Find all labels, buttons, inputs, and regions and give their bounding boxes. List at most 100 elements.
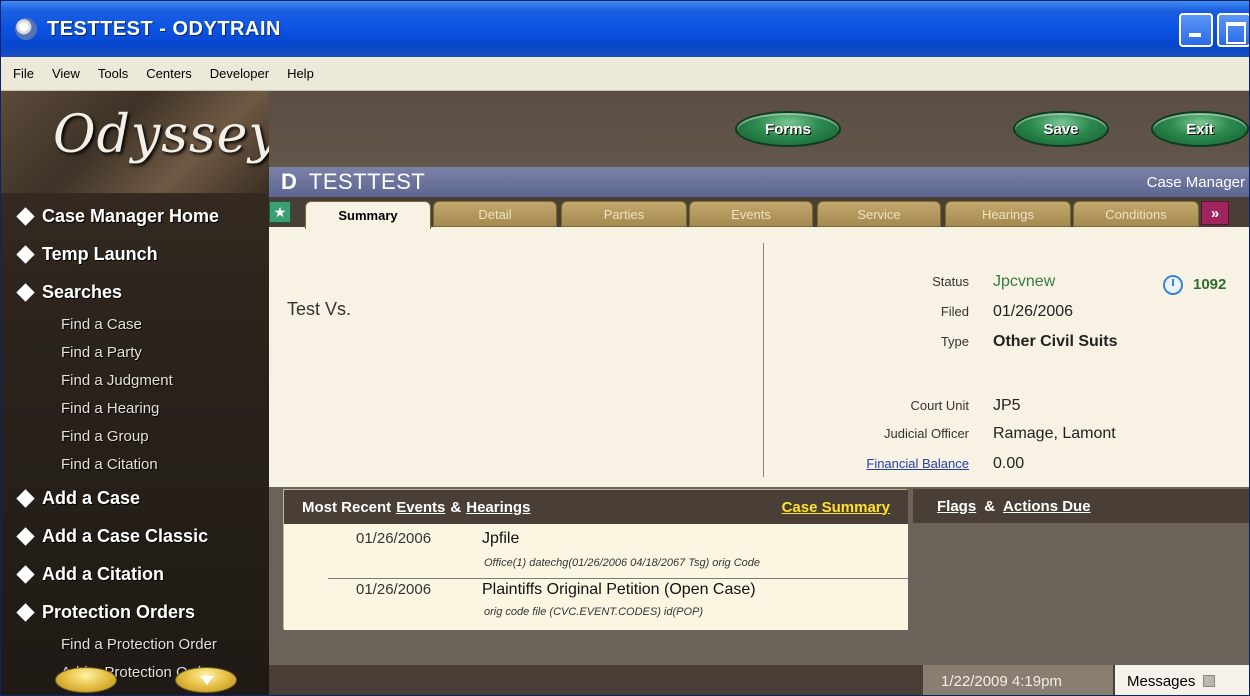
flags-link[interactable]: Flags xyxy=(937,498,976,515)
tab-events[interactable]: Events xyxy=(689,201,813,227)
nav-find-party[interactable]: Find a Party xyxy=(1,339,269,367)
nav-list: Case Manager Home Temp Launch Searches F… xyxy=(1,197,269,687)
odyssey-logo: Odyssey xyxy=(53,105,269,165)
event-detail: Office(1) datechg(01/26/2006 04/18/2067 … xyxy=(484,557,760,569)
event-detail: orig code file (CVC.EVENT.CODES) id(POP) xyxy=(484,606,704,618)
clock-number: 1092 xyxy=(1193,276,1227,293)
flags-amp: & xyxy=(984,497,996,515)
judicial-officer-row: Judicial Officer Ramage, Lamont xyxy=(769,425,1116,443)
nav-find-citation[interactable]: Find a Citation xyxy=(1,451,269,479)
filed-row: Filed 01/26/2006 xyxy=(869,303,1073,321)
application-window: TESTTEST - ODYTRAIN File View Tools Cent… xyxy=(0,0,1250,696)
logo-area: Odyssey xyxy=(1,91,269,193)
status-datetime: 1/22/2009 4:19pm xyxy=(923,665,1113,695)
financial-balance-value: 0.00 xyxy=(993,455,1025,472)
nav-label: Add a Case Classic xyxy=(42,525,209,546)
menu-tools[interactable]: Tools xyxy=(98,66,128,81)
messages-indicator[interactable]: Messages xyxy=(1115,665,1249,695)
menu-developer[interactable]: Developer xyxy=(210,66,269,81)
judicial-officer-value: Ramage, Lamont xyxy=(993,425,1116,442)
nav-label: Protection Orders xyxy=(42,601,196,622)
nav-label: Searches xyxy=(42,281,123,302)
message-box-icon xyxy=(1203,675,1216,687)
exit-button[interactable]: Exit xyxy=(1151,111,1249,147)
left-navigation: Odyssey Case Manager Home Temp Launch Se… xyxy=(1,91,269,695)
tab-service[interactable]: Service xyxy=(817,201,941,227)
case-name: Test Vs. xyxy=(287,299,352,319)
messages-label: Messages xyxy=(1127,672,1196,690)
menu-centers[interactable]: Centers xyxy=(146,66,192,81)
events-panel-header: Most Recent Events & Hearings Case Summa… xyxy=(284,490,908,524)
event-divider xyxy=(328,578,908,579)
nav-protection-orders[interactable]: Protection Orders xyxy=(1,593,269,631)
case-title: TESTTEST xyxy=(308,169,426,194)
save-button[interactable]: Save xyxy=(1013,111,1109,147)
forms-button[interactable]: Forms xyxy=(735,111,841,147)
event-title: Plaintiffs Original Petition (Open Case) xyxy=(482,581,756,598)
nav-temp-launch[interactable]: Temp Launch xyxy=(1,235,269,273)
nav-find-judgment[interactable]: Find a Judgment xyxy=(1,367,269,395)
diamond-icon xyxy=(16,602,35,622)
nav-case-manager-home[interactable]: Case Manager Home xyxy=(1,197,269,235)
nav-find-group[interactable]: Find a Group xyxy=(1,423,269,451)
status-bar: 1/22/2009 4:19pm Messages xyxy=(269,665,1249,695)
star-icon[interactable]: ★ xyxy=(269,201,291,223)
nav-add-case-classic[interactable]: Add a Case Classic xyxy=(1,517,269,555)
minimize-button[interactable] xyxy=(1179,13,1213,47)
status-value: Jpcvnew xyxy=(993,273,1056,290)
app-icon xyxy=(15,18,37,40)
events-list: 01/26/2006 Jpfile Office(1) datechg(01/2… xyxy=(284,524,908,630)
event-title: Jpfile xyxy=(482,530,520,547)
menu-view[interactable]: View xyxy=(52,66,80,81)
case-header: D TESTTEST Case Manager xyxy=(269,167,1249,197)
case-manager-label: Case Manager xyxy=(1146,173,1245,191)
nav-find-hearing[interactable]: Find a Hearing xyxy=(1,395,269,423)
type-row: Type Other Civil Suits xyxy=(869,333,1118,351)
hearings-link[interactable]: Hearings xyxy=(466,499,530,516)
nav-scroll-controls xyxy=(1,661,269,695)
nav-find-case[interactable]: Find a Case xyxy=(1,311,269,339)
nav-label: Case Manager Home xyxy=(42,205,220,226)
event-date: 01/26/2006 xyxy=(356,530,432,547)
maximize-button[interactable] xyxy=(1217,13,1249,47)
menu-file[interactable]: File xyxy=(13,66,34,81)
events-amp: & xyxy=(450,498,462,516)
menu-help[interactable]: Help xyxy=(287,66,314,81)
tab-parties[interactable]: Parties xyxy=(561,201,687,227)
court-unit-value: JP5 xyxy=(993,397,1021,414)
nav-add-case[interactable]: Add a Case xyxy=(1,479,269,517)
more-tabs-button[interactable]: » xyxy=(1201,201,1229,225)
actions-due-link[interactable]: Actions Due xyxy=(1003,498,1091,515)
court-unit-row: Court Unit JP5 xyxy=(769,397,1021,415)
events-link[interactable]: Events xyxy=(396,499,445,516)
diamond-icon xyxy=(16,206,35,226)
vertical-divider xyxy=(763,243,764,477)
tab-summary[interactable]: Summary xyxy=(305,201,431,229)
nav-searches[interactable]: Searches xyxy=(1,273,269,311)
flags-actions-panel: Flags & Actions Due xyxy=(913,489,1249,629)
clock-icon[interactable] xyxy=(1163,275,1183,295)
event-date: 01/26/2006 xyxy=(356,581,432,598)
judicial-officer-label: Judicial Officer xyxy=(883,426,969,441)
scroll-down-button[interactable] xyxy=(175,667,237,693)
case-type-mark: D xyxy=(281,169,297,194)
tab-conditions[interactable]: Conditions xyxy=(1073,201,1199,227)
menu-bar: File View Tools Centers Developer Help xyxy=(1,57,1249,91)
diamond-icon xyxy=(16,564,35,584)
nav-label: Temp Launch xyxy=(42,243,158,264)
flags-panel-header: Flags & Actions Due xyxy=(913,489,1249,523)
tab-detail[interactable]: Detail xyxy=(433,201,557,227)
top-toolbar: Forms Save Exit xyxy=(269,91,1249,167)
nav-add-citation[interactable]: Add a Citation xyxy=(1,555,269,593)
scroll-up-button[interactable] xyxy=(55,667,117,693)
financial-balance-row: Financial Balance 0.00 xyxy=(769,455,1024,473)
tab-hearings[interactable]: Hearings xyxy=(945,201,1071,227)
financial-balance-link[interactable]: Financial Balance xyxy=(769,456,969,471)
filed-value: 01/26/2006 xyxy=(993,303,1074,320)
filed-label: Filed xyxy=(940,304,969,319)
case-summary-link[interactable]: Case Summary xyxy=(782,499,890,516)
nav-label: Add a Case xyxy=(42,487,141,508)
nav-find-protection-order[interactable]: Find a Protection Order xyxy=(1,631,269,659)
events-panel-prefix: Most Recent xyxy=(302,498,392,516)
diamond-icon xyxy=(16,244,35,264)
